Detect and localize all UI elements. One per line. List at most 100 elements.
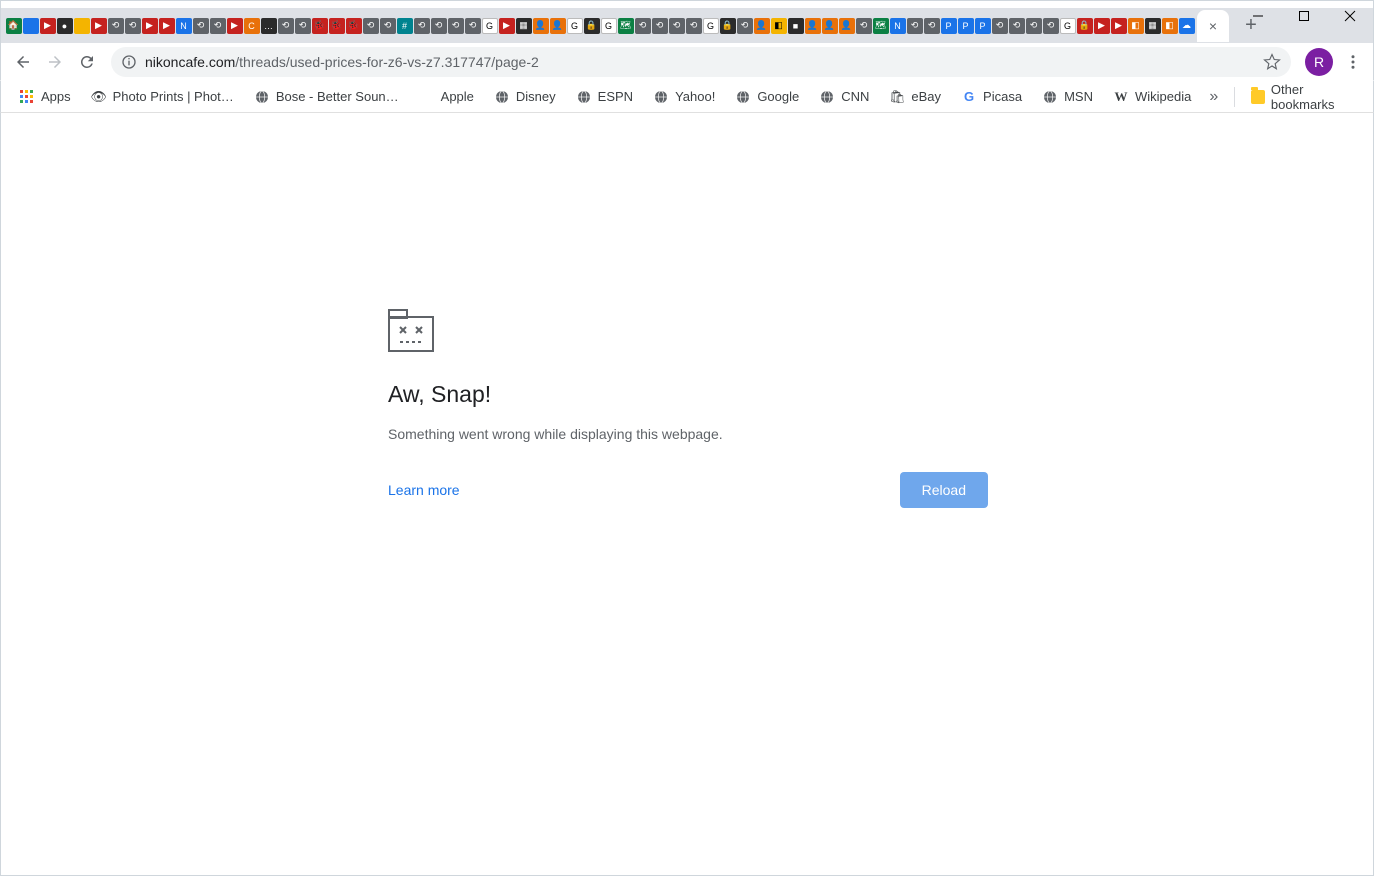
mini-tab[interactable]: N: [176, 18, 192, 34]
mini-tab[interactable]: G: [567, 18, 583, 34]
bookmark-item[interactable]: W Wikipedia: [1103, 83, 1201, 111]
active-tab[interactable]: ×: [1197, 10, 1229, 42]
mini-tab[interactable]: ⟲: [363, 18, 379, 34]
mini-tab[interactable]: 👤: [533, 18, 549, 34]
reload-page-button[interactable]: Reload: [900, 472, 988, 508]
mini-tab[interactable]: ⟲: [210, 18, 226, 34]
mini-tab[interactable]: P: [975, 18, 991, 34]
close-tab-icon[interactable]: ×: [1209, 18, 1217, 34]
bookmark-item[interactable]: Apple: [409, 83, 484, 111]
bookmark-item[interactable]: G Picasa: [951, 83, 1032, 111]
mini-tab[interactable]: G: [1060, 18, 1076, 34]
bookmark-item[interactable]: Disney: [484, 83, 566, 111]
reload-button[interactable]: [73, 48, 101, 76]
mini-tab[interactable]: 👤: [550, 18, 566, 34]
mini-tab[interactable]: ⟲: [856, 18, 872, 34]
mini-tab[interactable]: G: [601, 18, 617, 34]
site-info-icon[interactable]: [121, 54, 137, 70]
bookmark-item[interactable]: Bose - Better Soun…: [244, 83, 409, 111]
mini-tab[interactable]: G: [482, 18, 498, 34]
bookmark-item[interactable]: ESPN: [566, 83, 643, 111]
mini-tab[interactable]: ◧: [1128, 18, 1144, 34]
mini-tab[interactable]: 👤: [822, 18, 838, 34]
mini-tab[interactable]: N: [890, 18, 906, 34]
mini-tab[interactable]: ▶: [1111, 18, 1127, 34]
mini-tab[interactable]: C: [244, 18, 260, 34]
mini-tab[interactable]: ⟲: [1043, 18, 1059, 34]
mini-tab[interactable]: ⟲: [907, 18, 923, 34]
mini-tab[interactable]: ⟲: [686, 18, 702, 34]
mini-tab[interactable]: 👤: [839, 18, 855, 34]
apps-shortcut[interactable]: Apps: [9, 83, 81, 111]
mini-tab[interactable]: ●: [57, 18, 73, 34]
mini-tab[interactable]: ⟲: [465, 18, 481, 34]
mini-tab[interactable]: ⟲: [125, 18, 141, 34]
learn-more-link[interactable]: Learn more: [388, 482, 460, 498]
mini-tab[interactable]: ▶: [142, 18, 158, 34]
mini-tab[interactable]: #: [397, 18, 413, 34]
mini-tab[interactable]: ▶: [1094, 18, 1110, 34]
omnibox[interactable]: nikoncafe.com/threads/used-prices-for-z6…: [111, 47, 1291, 77]
mini-tab[interactable]: 🔒: [720, 18, 736, 34]
mini-tab[interactable]: ⟲: [1026, 18, 1042, 34]
mini-tab[interactable]: 🗺: [618, 18, 634, 34]
back-button[interactable]: [9, 48, 37, 76]
mini-tab[interactable]: ▶: [91, 18, 107, 34]
mini-tab[interactable]: 🐞: [312, 18, 328, 34]
mini-tab[interactable]: ⟲: [635, 18, 651, 34]
forward-button[interactable]: [41, 48, 69, 76]
mini-tab[interactable]: …: [261, 18, 277, 34]
mini-tab[interactable]: ▶: [159, 18, 175, 34]
mini-tab[interactable]: P: [941, 18, 957, 34]
mini-tab[interactable]: ☁: [1179, 18, 1195, 34]
mini-tab[interactable]: 🗺: [873, 18, 889, 34]
maximize-button[interactable]: [1281, 0, 1327, 32]
mini-tab[interactable]: ⟲: [924, 18, 940, 34]
mini-tab[interactable]: ⟲: [193, 18, 209, 34]
mini-tab[interactable]: P: [958, 18, 974, 34]
mini-tab[interactable]: ▶: [499, 18, 515, 34]
mini-tab[interactable]: ◧: [1162, 18, 1178, 34]
mini-tab[interactable]: ⟲: [431, 18, 447, 34]
bookmark-item[interactable]: MSN: [1032, 83, 1103, 111]
chrome-menu-button[interactable]: [1339, 48, 1367, 76]
mini-tab[interactable]: [23, 18, 39, 34]
mini-tab[interactable]: G: [703, 18, 719, 34]
close-window-button[interactable]: [1327, 0, 1373, 32]
mini-tab[interactable]: ▦: [1145, 18, 1161, 34]
mini-tab[interactable]: 🔒: [1077, 18, 1093, 34]
bookmarks-overflow-button[interactable]: »: [1201, 88, 1226, 106]
mini-tab[interactable]: 👤: [805, 18, 821, 34]
mini-tab[interactable]: ■: [788, 18, 804, 34]
mini-tab[interactable]: 🏠: [6, 18, 22, 34]
mini-tab[interactable]: ⟲: [380, 18, 396, 34]
mini-tab[interactable]: 🐞: [346, 18, 362, 34]
mini-tab[interactable]: 🔒: [584, 18, 600, 34]
mini-tab[interactable]: ▶: [40, 18, 56, 34]
mini-tab[interactable]: ⟲: [1009, 18, 1025, 34]
mini-tab[interactable]: ⟲: [652, 18, 668, 34]
mini-tab[interactable]: ⟲: [414, 18, 430, 34]
mini-tab[interactable]: ⟲: [278, 18, 294, 34]
mini-tab[interactable]: [74, 18, 90, 34]
mini-tab[interactable]: ⟲: [295, 18, 311, 34]
other-bookmarks-button[interactable]: Other bookmarks: [1243, 82, 1365, 112]
bookmark-item[interactable]: 🛍 eBay: [879, 83, 951, 111]
mini-tab[interactable]: ⟲: [448, 18, 464, 34]
mini-tab[interactable]: ⟲: [992, 18, 1008, 34]
mini-tab[interactable]: ▦: [516, 18, 532, 34]
mini-tab[interactable]: ⟲: [108, 18, 124, 34]
mini-tab[interactable]: ⟲: [737, 18, 753, 34]
mini-tab[interactable]: ◧: [771, 18, 787, 34]
bookmark-item[interactable]: CNN: [809, 83, 879, 111]
mini-tab[interactable]: ⟲: [669, 18, 685, 34]
mini-tab[interactable]: ▶: [227, 18, 243, 34]
bookmark-item[interactable]: 👁 Photo Prints | Phot…: [81, 83, 244, 111]
profile-avatar[interactable]: R: [1305, 48, 1333, 76]
mini-tab[interactable]: 🐞: [329, 18, 345, 34]
minimize-button[interactable]: [1235, 0, 1281, 32]
bookmark-item[interactable]: Yahoo!: [643, 83, 725, 111]
mini-tab[interactable]: 👤: [754, 18, 770, 34]
bookmark-item[interactable]: Google: [725, 83, 809, 111]
bookmark-star-icon[interactable]: [1263, 53, 1281, 71]
